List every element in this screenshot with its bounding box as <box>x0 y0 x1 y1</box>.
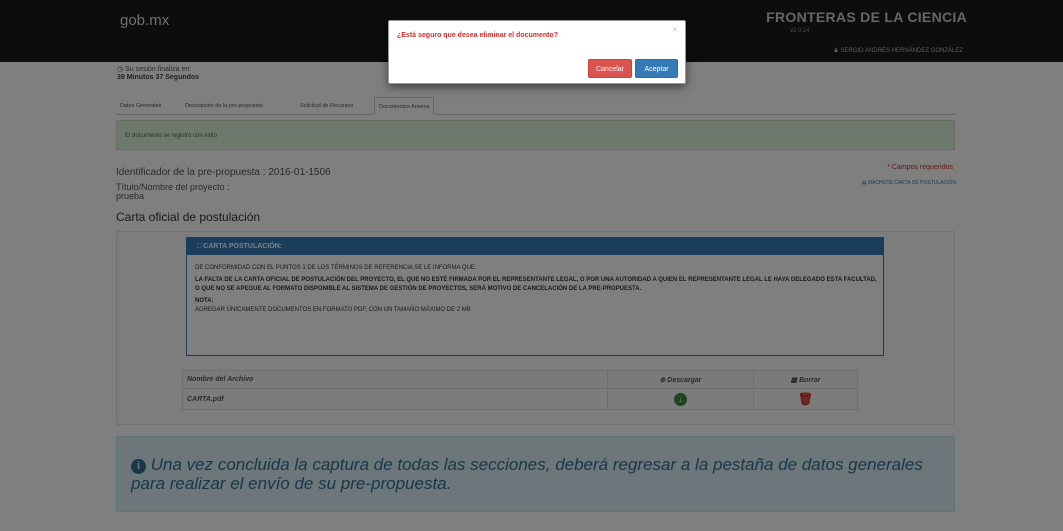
close-icon[interactable]: × <box>672 25 677 34</box>
modal-title: ¿Está seguro que desea eliminar el docum… <box>397 32 559 39</box>
accept-button[interactable]: Aceptar <box>635 59 678 78</box>
cancel-button[interactable]: Cancelar <box>588 59 632 78</box>
confirm-delete-modal: ¿Está seguro que desea eliminar el docum… <box>388 20 686 84</box>
